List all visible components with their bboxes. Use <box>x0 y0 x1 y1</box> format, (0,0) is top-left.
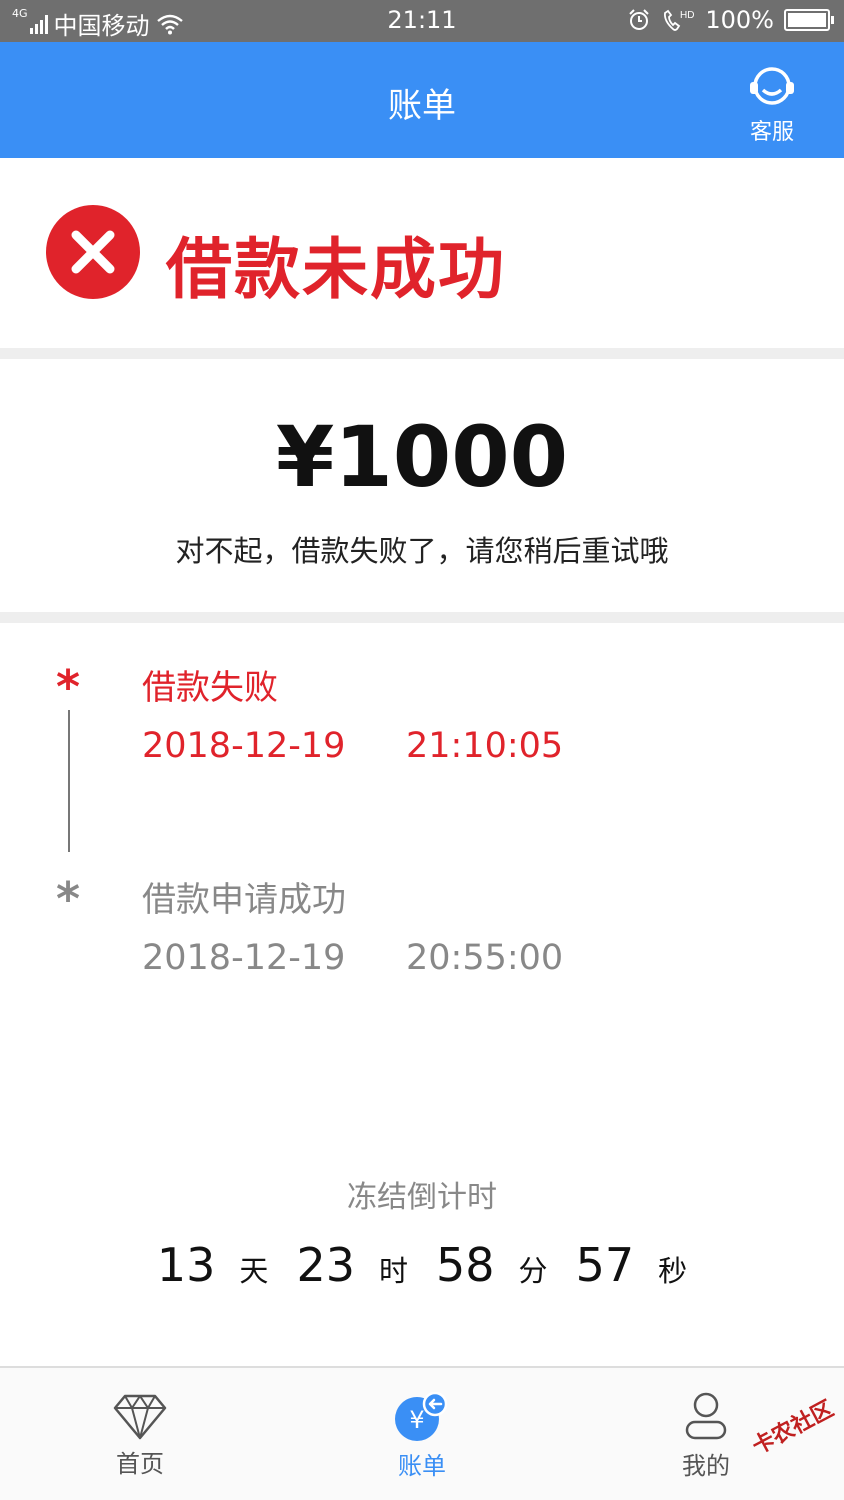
countdown-hours-unit: 时 <box>378 1254 408 1288</box>
nav-item-home[interactable]: 首页 <box>40 1368 240 1500</box>
countdown-seconds-unit: 秒 <box>658 1254 688 1288</box>
page-title: 账单 <box>388 86 456 126</box>
timeline-time: 20:55:00 <box>406 938 564 978</box>
battery-icon <box>784 9 834 31</box>
countdown-hours: 23 <box>296 1238 355 1292</box>
nav-label-bill: 账单 <box>398 1452 446 1480</box>
timeline-marker: * <box>56 660 81 714</box>
loan-amount: ¥1000 <box>275 408 569 506</box>
headset-icon <box>750 67 794 105</box>
countdown-minutes: 58 <box>436 1238 495 1292</box>
app-header: 账单 客服 <box>0 42 844 158</box>
timeline-time: 21:10:05 <box>406 726 564 766</box>
bill-yen-icon: ¥ <box>395 1392 448 1441</box>
result-status: 借款未成功 <box>166 231 506 308</box>
timeline-date: 2018-12-19 <box>142 726 346 766</box>
timeline-title: 借款失败 <box>142 668 278 708</box>
result-message: 对不起，借款失败了，请您稍后重试哦 <box>175 534 669 568</box>
battery-percent: 100% <box>705 6 774 34</box>
countdown-timer: 13 天 23 时 58 分 57 秒 <box>0 1238 844 1292</box>
divider <box>0 612 844 623</box>
timeline-title: 借款申请成功 <box>142 880 346 920</box>
countdown-days: 13 <box>156 1238 216 1292</box>
divider <box>0 348 844 359</box>
diamond-icon <box>113 1394 167 1440</box>
customer-service-label: 客服 <box>749 120 794 145</box>
timeline-date: 2018-12-19 <box>142 938 346 978</box>
bottom-nav: 首页 ¥ 账单 我的 <box>0 1366 844 1500</box>
countdown-seconds: 57 <box>575 1238 635 1292</box>
countdown-minutes-unit: 分 <box>518 1254 548 1288</box>
countdown-title: 冻结倒计时 <box>347 1180 497 1215</box>
countdown-days-unit: 天 <box>239 1254 269 1288</box>
timeline-connector <box>68 710 70 852</box>
nav-item-bill[interactable]: ¥ 账单 <box>322 1368 522 1500</box>
nav-label-home: 首页 <box>116 1450 164 1478</box>
error-icon <box>46 205 140 299</box>
status-right: HD 100% <box>627 6 834 34</box>
timeline-marker: * <box>56 872 81 926</box>
alarm-icon <box>629 9 650 30</box>
result-banner: 借款未成功 <box>0 158 844 348</box>
hd-call-icon: HD <box>664 9 695 31</box>
user-icon <box>685 1392 727 1440</box>
svg-text:HD: HD <box>680 10 694 21</box>
svg-text:¥: ¥ <box>409 1406 424 1434</box>
status-bar: 4G 中国移动 21:11 HD 100% <box>0 0 844 42</box>
customer-service-button[interactable]: 客服 <box>740 64 804 146</box>
